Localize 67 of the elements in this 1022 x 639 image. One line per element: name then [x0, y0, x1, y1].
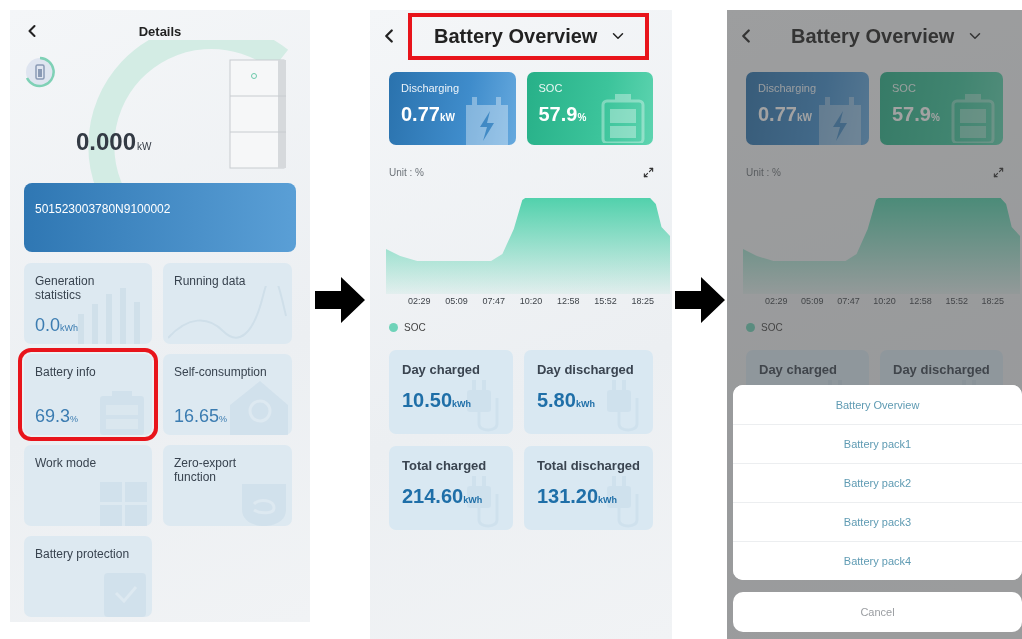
- time-axis-label: 15:52: [594, 296, 617, 306]
- tile-label: Work mode: [35, 456, 98, 470]
- menu-tile[interactable]: Battery protection: [24, 536, 152, 617]
- stat-label: Total discharged: [536, 458, 640, 473]
- time-axis-label: 15:52: [945, 296, 968, 306]
- card-label: SOC: [538, 82, 564, 94]
- time-axis-label: 07:47: [837, 296, 860, 306]
- tile-value: 69.3%: [35, 406, 79, 427]
- legend-dot: [389, 323, 398, 332]
- stat-value: 131.20kWh: [536, 485, 619, 508]
- time-axis-label: 05:09: [801, 296, 824, 306]
- tile-label: Self-consumption: [174, 365, 268, 379]
- battery-ring-icon: [24, 56, 56, 88]
- time-axis-label: 02:29: [765, 296, 788, 306]
- card-label: SOC: [892, 82, 917, 94]
- tile-label: Battery info: [35, 365, 97, 379]
- house-bulb-icon: [228, 379, 288, 435]
- view-selector[interactable]: Battery Overview: [765, 12, 1007, 60]
- device-serial-card[interactable]: 501523003780N9100002: [24, 183, 296, 252]
- stat-label: Day charged: [759, 362, 839, 377]
- menu-tile[interactable]: Zero-export function: [163, 445, 292, 526]
- time-axis-label: 07:47: [482, 296, 505, 306]
- time-axis-label: 12:58: [556, 296, 580, 306]
- time-axis-label: 10:20: [873, 296, 896, 306]
- card-value: 57.9%: [538, 103, 588, 126]
- stat-label: Day discharged: [536, 362, 635, 377]
- screen-title: Details: [138, 23, 182, 39]
- legend-label: SOC: [404, 322, 426, 333]
- time-axis-label: 18:25: [981, 296, 1004, 306]
- card-label: Discharging: [401, 82, 461, 94]
- battery-icon: [601, 93, 645, 143]
- battery-bolt-icon: [463, 97, 510, 145]
- tile-label: Running data: [174, 274, 247, 288]
- card-value: 0.77kW: [758, 103, 813, 126]
- window-grid-icon: [98, 480, 148, 526]
- legend-dot: [746, 323, 755, 332]
- power-reading: 0.000kW: [76, 128, 152, 156]
- time-axis-label: 18:25: [631, 296, 654, 306]
- card-label: Discharging: [758, 82, 818, 94]
- view-selector[interactable]: Battery Overview: [408, 12, 650, 60]
- card-value: 57.9%: [892, 103, 941, 126]
- tile-value: 16.65%: [174, 406, 228, 427]
- tile-label: Battery protection: [35, 547, 131, 561]
- time-axis-label: 10:20: [519, 296, 543, 306]
- stat-value: 10.50kWh: [402, 389, 473, 412]
- expand-button[interactable]: [643, 167, 654, 178]
- legend-label: SOC: [761, 322, 783, 333]
- unit-label: Unit : %: [389, 167, 424, 178]
- menu-tile[interactable]: Running data: [163, 263, 292, 344]
- right-arrow-icon: [674, 276, 725, 323]
- time-axis-label: 05:09: [445, 296, 468, 306]
- menu-tile[interactable]: Work mode: [24, 445, 152, 526]
- stat-label: Day discharged: [893, 362, 990, 377]
- stat-value: 214.60kWh: [402, 485, 484, 508]
- time-axis-label: 12:58: [909, 296, 932, 306]
- card-value: 0.77kW: [401, 103, 456, 126]
- stat-value: 5.80kWh: [536, 389, 596, 412]
- tile-label: Generation statistics: [35, 274, 96, 302]
- menu-tile[interactable]: Generation statistics 0.0kWh: [24, 263, 152, 344]
- right-arrow-icon: [315, 276, 365, 323]
- tile-label: Zero-export function: [174, 456, 238, 484]
- menu-tile[interactable]: Self-consumption 16.65%: [163, 354, 292, 435]
- unit-label: Unit : %: [746, 167, 781, 178]
- stat-label: Total charged: [402, 458, 488, 473]
- time-axis-label: 02:29: [408, 296, 431, 306]
- stat-label: Day charged: [402, 362, 482, 377]
- tile-value: 0.0kWh: [35, 315, 79, 336]
